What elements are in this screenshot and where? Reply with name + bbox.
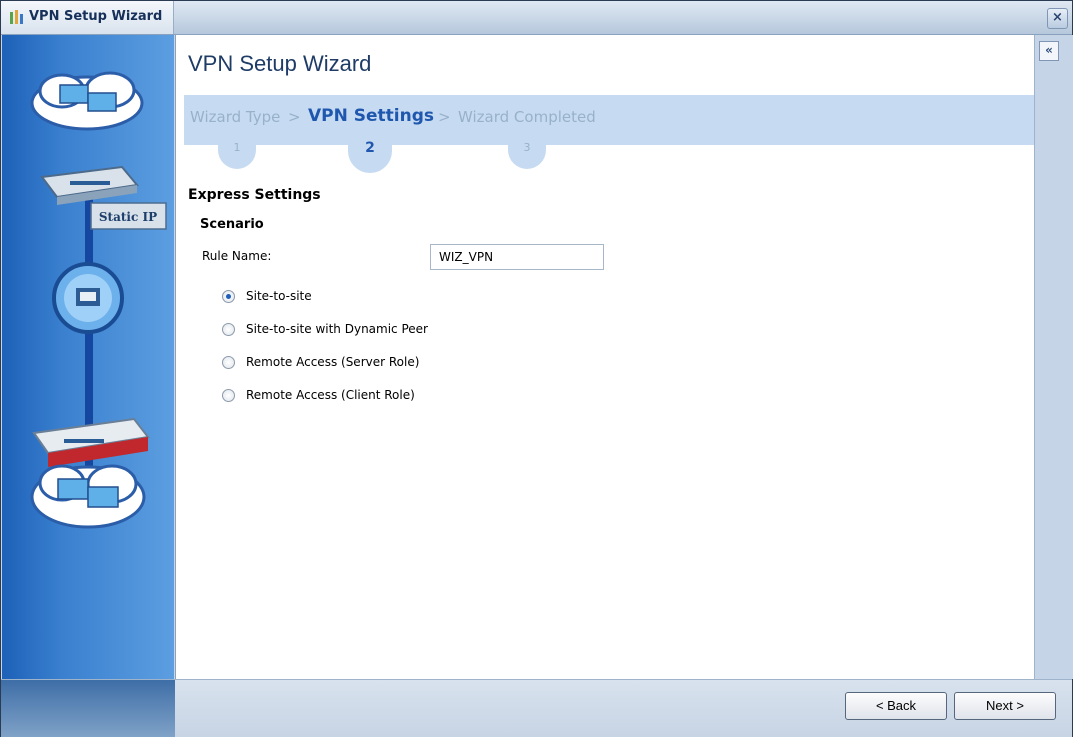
wizard-illustration-panel: Static IP xyxy=(2,35,174,679)
scenario-option-label: Remote Access (Client Role) xyxy=(246,388,415,402)
close-button[interactable]: × xyxy=(1047,8,1068,29)
rule-name-label: Rule Name: xyxy=(202,249,272,263)
step-label-wizard-completed: Wizard Completed xyxy=(458,108,596,126)
scenario-option-label: Site-to-site with Dynamic Peer xyxy=(246,322,428,336)
step-label-wizard-type: Wizard Type xyxy=(190,108,281,126)
step-number-3: 3 xyxy=(508,139,546,169)
wizard-app-icon xyxy=(10,10,23,24)
network-diagram: Static IP xyxy=(30,71,167,529)
back-button[interactable]: < Back xyxy=(845,692,947,720)
next-button[interactable]: Next > xyxy=(954,692,1056,720)
radio-button-selected[interactable] xyxy=(222,290,235,303)
scenario-option-label: Site-to-site xyxy=(246,289,312,303)
footer-decoration xyxy=(1,680,175,737)
window-title: VPN Setup Wizard xyxy=(29,9,163,24)
page-title: VPN Setup Wizard xyxy=(188,51,372,76)
wizard-footer: < Back Next > xyxy=(1,679,1072,737)
step-separator: > xyxy=(438,108,451,126)
close-icon: × xyxy=(1052,10,1063,25)
rule-name-input[interactable] xyxy=(430,244,604,270)
router-icon xyxy=(40,165,139,205)
step-separator: > xyxy=(288,108,301,126)
cloud-network-icon xyxy=(30,71,144,131)
title-bar: VPN Setup Wizard × xyxy=(1,1,1072,35)
scenario-title: Scenario xyxy=(200,217,264,232)
window-title-tab: VPN Setup Wizard xyxy=(1,1,174,34)
connection-type-label: Static IP xyxy=(99,210,157,224)
step-number-1: 1 xyxy=(218,139,256,169)
radio-button[interactable] xyxy=(222,323,235,336)
cloud-network-icon-lower xyxy=(30,464,146,529)
wizard-content: VPN Setup Wizard 1 2 3 Wizard Type > VPN… xyxy=(175,35,1034,679)
step-label-vpn-settings: VPN Settings xyxy=(308,106,435,126)
step-number-2: 2 xyxy=(348,139,392,173)
ethernet-port-icon xyxy=(52,262,124,334)
help-panel-strip: « xyxy=(1034,35,1073,679)
collapse-icon: « xyxy=(1045,43,1053,57)
radio-button[interactable] xyxy=(222,356,235,369)
vpn-wizard-window: VPN Setup Wizard × Static IP VPN Setup W… xyxy=(0,0,1073,737)
wizard-steps: 1 2 3 Wizard Type > VPN Settings > Wizar… xyxy=(184,95,1034,173)
scenario-option-label: Remote Access (Server Role) xyxy=(246,355,420,369)
firewall-device-icon xyxy=(32,417,150,467)
radio-button[interactable] xyxy=(222,389,235,402)
section-title: Express Settings xyxy=(188,187,321,203)
collapse-button[interactable]: « xyxy=(1039,41,1059,61)
